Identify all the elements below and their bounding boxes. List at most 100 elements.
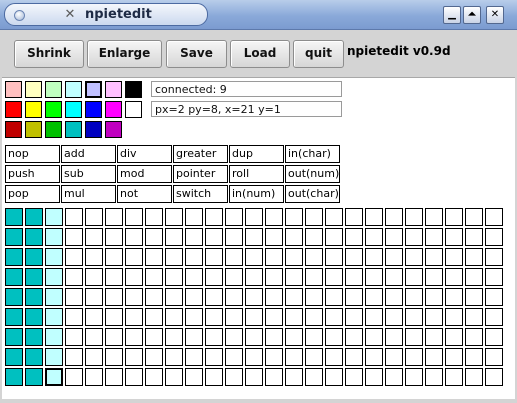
canvas-cell[interactable] — [325, 208, 343, 226]
canvas-cell[interactable] — [145, 268, 163, 286]
canvas-cell[interactable] — [125, 348, 143, 366]
canvas-cell[interactable] — [305, 248, 323, 266]
command-button[interactable]: mul — [61, 185, 116, 203]
canvas-cell[interactable] — [285, 348, 303, 366]
canvas-cell[interactable] — [105, 308, 123, 326]
canvas-cell[interactable] — [225, 268, 243, 286]
color-swatch[interactable] — [5, 121, 22, 138]
color-swatch[interactable] — [105, 121, 122, 138]
canvas-cell[interactable] — [5, 288, 23, 306]
color-swatch[interactable] — [45, 121, 62, 138]
canvas-cell[interactable] — [25, 368, 43, 386]
canvas-cell[interactable] — [425, 248, 443, 266]
command-button[interactable]: dup — [229, 145, 284, 163]
quit-button[interactable]: quit — [293, 40, 344, 68]
canvas-cell[interactable] — [45, 208, 63, 226]
canvas-cell[interactable] — [365, 268, 383, 286]
canvas-cell[interactable] — [5, 228, 23, 246]
canvas-cell[interactable] — [85, 288, 103, 306]
canvas-cell[interactable] — [165, 268, 183, 286]
canvas-cell[interactable] — [65, 348, 83, 366]
title-bar[interactable]: ✕ npietedit ▁ ⏶ ✕ — [0, 0, 517, 30]
enlarge-button[interactable]: Enlarge — [87, 40, 162, 68]
canvas-cell[interactable] — [445, 348, 463, 366]
canvas-cell[interactable] — [45, 348, 63, 366]
canvas-cell[interactable] — [265, 208, 283, 226]
canvas-cell[interactable] — [345, 208, 363, 226]
canvas-cell[interactable] — [225, 228, 243, 246]
canvas-cell[interactable] — [365, 248, 383, 266]
canvas-cell[interactable] — [405, 288, 423, 306]
canvas-cell[interactable] — [5, 308, 23, 326]
color-swatch[interactable] — [45, 101, 62, 118]
canvas-cell[interactable] — [465, 308, 483, 326]
canvas-cell[interactable] — [285, 368, 303, 386]
canvas-cell[interactable] — [105, 348, 123, 366]
canvas-cell[interactable] — [305, 228, 323, 246]
canvas-cell[interactable] — [85, 328, 103, 346]
canvas-cell[interactable] — [245, 288, 263, 306]
canvas-cell[interactable] — [425, 368, 443, 386]
canvas-cell[interactable] — [45, 368, 63, 386]
canvas-cell[interactable] — [25, 328, 43, 346]
canvas-cell[interactable] — [165, 208, 183, 226]
canvas-cell[interactable] — [265, 368, 283, 386]
canvas-cell[interactable] — [345, 328, 363, 346]
color-swatch[interactable] — [125, 81, 142, 98]
canvas-cell[interactable] — [125, 248, 143, 266]
canvas-cell[interactable] — [205, 228, 223, 246]
canvas-cell[interactable] — [205, 268, 223, 286]
canvas-cell[interactable] — [245, 328, 263, 346]
canvas-cell[interactable] — [285, 288, 303, 306]
canvas-cell[interactable] — [465, 208, 483, 226]
canvas-cell[interactable] — [265, 268, 283, 286]
canvas-cell[interactable] — [65, 208, 83, 226]
canvas-cell[interactable] — [25, 228, 43, 246]
minimize-button[interactable]: ▁ — [443, 6, 461, 24]
canvas-cell[interactable] — [385, 368, 403, 386]
canvas-cell[interactable] — [105, 328, 123, 346]
canvas-cell[interactable] — [205, 248, 223, 266]
canvas-cell[interactable] — [405, 208, 423, 226]
canvas-cell[interactable] — [325, 228, 343, 246]
canvas-cell[interactable] — [105, 288, 123, 306]
canvas-cell[interactable] — [25, 288, 43, 306]
canvas-cell[interactable] — [345, 228, 363, 246]
canvas-cell[interactable] — [165, 368, 183, 386]
canvas-cell[interactable] — [25, 208, 43, 226]
canvas-cell[interactable] — [45, 328, 63, 346]
close-button[interactable]: ✕ — [486, 6, 504, 24]
canvas-cell[interactable] — [205, 288, 223, 306]
canvas-cell[interactable] — [185, 248, 203, 266]
canvas-cell[interactable] — [65, 368, 83, 386]
canvas-cell[interactable] — [25, 248, 43, 266]
canvas-cell[interactable] — [365, 208, 383, 226]
command-button[interactable]: pop — [5, 185, 60, 203]
canvas-cell[interactable] — [105, 208, 123, 226]
command-button[interactable]: in(num) — [229, 185, 284, 203]
canvas-cell[interactable] — [5, 368, 23, 386]
canvas-cell[interactable] — [485, 348, 503, 366]
canvas-cell[interactable] — [5, 248, 23, 266]
canvas-cell[interactable] — [305, 268, 323, 286]
canvas-cell[interactable] — [25, 268, 43, 286]
canvas-cell[interactable] — [125, 268, 143, 286]
canvas-cell[interactable] — [445, 328, 463, 346]
canvas-cell[interactable] — [305, 208, 323, 226]
canvas-cell[interactable] — [345, 268, 363, 286]
canvas-cell[interactable] — [445, 228, 463, 246]
canvas-cell[interactable] — [465, 348, 483, 366]
canvas-cell[interactable] — [465, 288, 483, 306]
canvas-cell[interactable] — [485, 368, 503, 386]
canvas-cell[interactable] — [65, 288, 83, 306]
canvas-cell[interactable] — [65, 248, 83, 266]
canvas-cell[interactable] — [245, 228, 263, 246]
canvas-cell[interactable] — [185, 208, 203, 226]
canvas-cell[interactable] — [425, 268, 443, 286]
canvas-cell[interactable] — [365, 228, 383, 246]
canvas-cell[interactable] — [85, 248, 103, 266]
canvas-cell[interactable] — [145, 228, 163, 246]
canvas-cell[interactable] — [325, 288, 343, 306]
color-swatch[interactable] — [45, 81, 62, 98]
canvas-cell[interactable] — [185, 228, 203, 246]
